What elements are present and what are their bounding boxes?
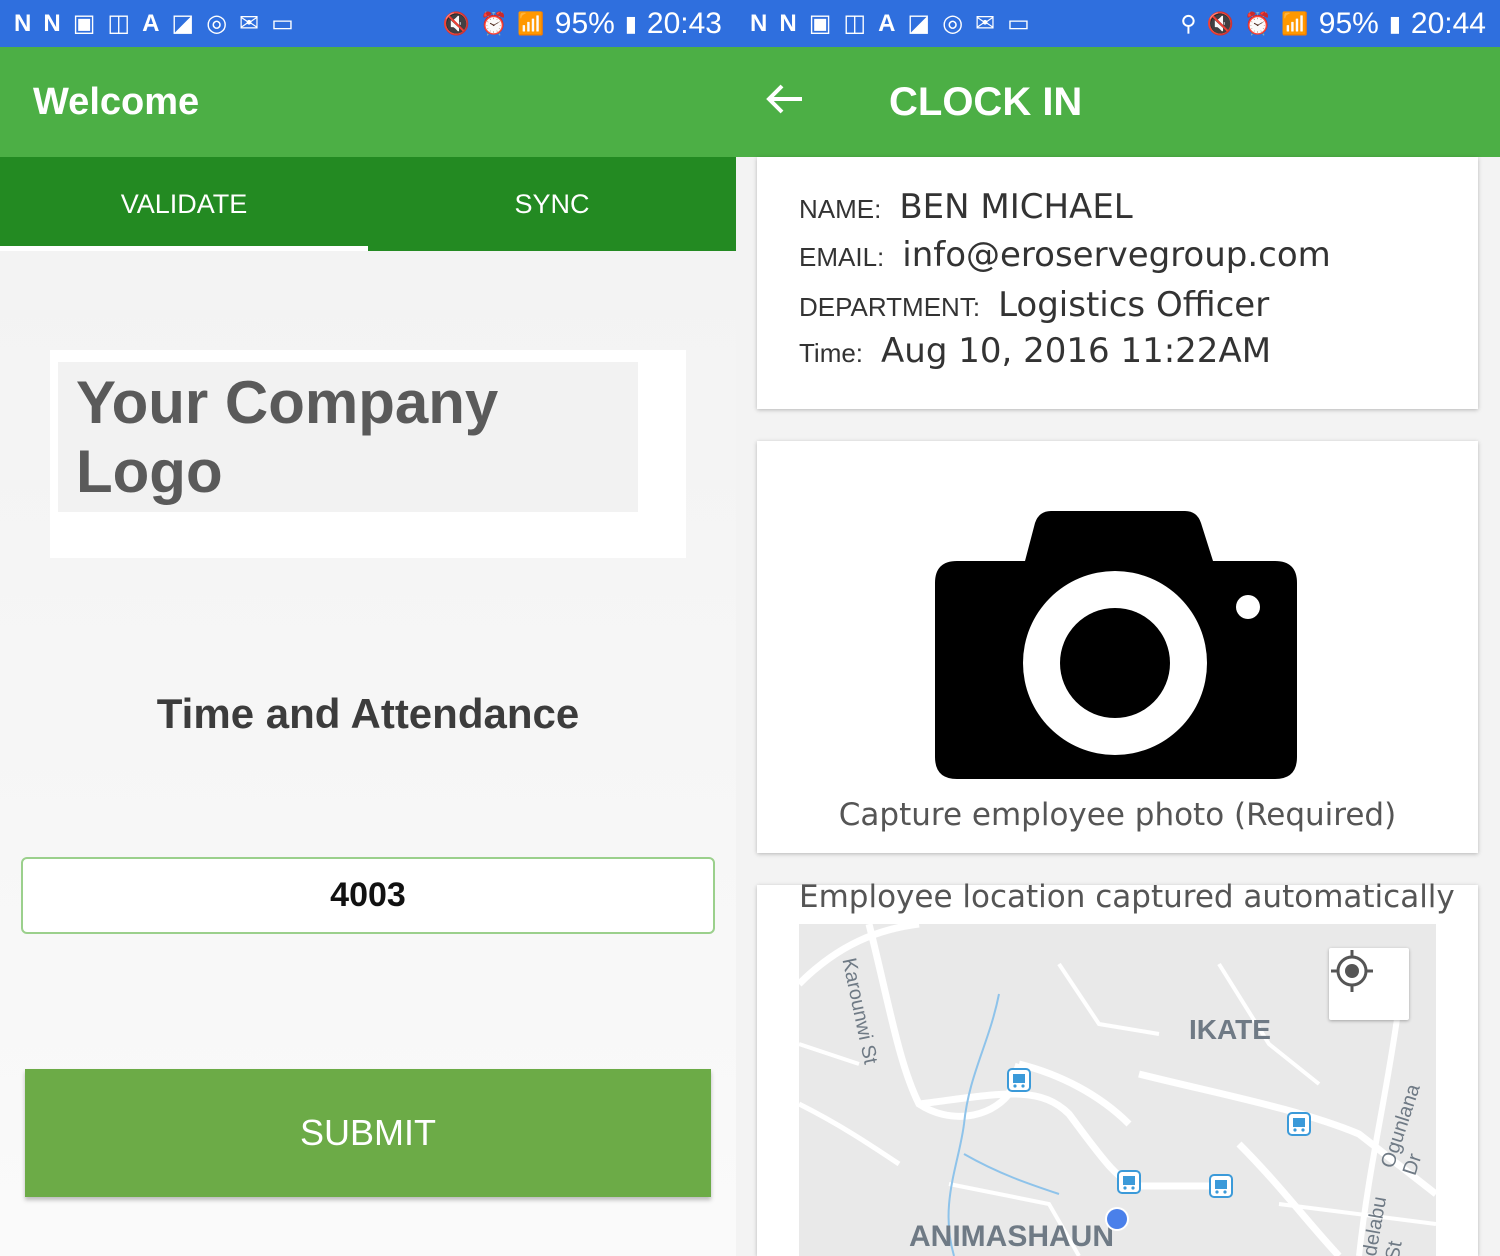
bus-stop-icon[interactable]: [1287, 1112, 1311, 1136]
notification-icon: ◪: [171, 10, 195, 37]
clock: 20:43: [646, 6, 722, 40]
welcome-screen: N N ▣ ◫ A ◪ ◎ ✉ ▭ 🔇 ⏰ 📶 95% ▮ 20:43 Welc…: [0, 0, 736, 1256]
notification-icon: N: [43, 9, 61, 37]
company-logo-text: Your Company Logo: [58, 362, 638, 512]
tab-validate[interactable]: VALIDATE: [0, 157, 368, 251]
location-dot-icon: [1105, 1207, 1129, 1231]
status-bar: N N ▣ ◫ A ◪ ◎ ✉ ▭ 🔇 ⏰ 📶 95% ▮ 20:43: [0, 0, 736, 47]
notification-icon: ▣: [72, 10, 96, 37]
battery-icon: ▮: [624, 10, 637, 36]
photo-capture-card[interactable]: Capture employee photo (Required): [757, 441, 1478, 853]
name-label: NAME:: [799, 194, 882, 224]
notification-icon: ✉: [975, 10, 996, 37]
app-title: CLOCK IN: [889, 79, 1083, 124]
page-subtitle: Time and Attendance: [156, 690, 580, 737]
department-row: DEPARTMENT: Logistics Officer: [799, 285, 1269, 325]
name-row: NAME: BEN MICHAEL: [799, 187, 1133, 227]
my-location-icon: [1331, 950, 1373, 992]
notification-icon: ◎: [942, 10, 964, 37]
app-bar: CLOCK IN: [736, 47, 1500, 157]
area-label: IKATE: [1189, 1014, 1271, 1045]
notification-icon: A: [142, 9, 160, 37]
location-pin-icon: ⚲: [1180, 10, 1197, 36]
notification-icon: N: [14, 9, 32, 37]
company-logo: Your Company Logo: [50, 350, 686, 558]
email-label: EMAIL:: [799, 242, 885, 272]
clock: 20:44: [1410, 6, 1486, 40]
employee-id-input[interactable]: 4003: [21, 857, 715, 934]
wifi-icon: 📶: [517, 10, 545, 36]
app-title: Welcome: [33, 80, 200, 123]
notification-icon: ◫: [107, 10, 131, 37]
employee-info-card: NAME: BEN MICHAEL EMAIL: info@eroservegr…: [757, 157, 1478, 409]
notification-icon: A: [878, 9, 896, 37]
bus-stop-icon[interactable]: [1209, 1174, 1233, 1198]
tab-bar: VALIDATE SYNC: [0, 157, 736, 251]
notification-icons: N N ▣ ◫ A ◪ ◎ ✉ ▭: [750, 9, 1030, 38]
notification-icon: ◎: [206, 10, 228, 37]
clock-in-screen: N N ▣ ◫ A ◪ ◎ ✉ ▭ ⚲ 🔇 ⏰ 📶 95% ▮ 20:44 CL…: [736, 0, 1500, 1256]
notification-icons: N N ▣ ◫ A ◪ ◎ ✉ ▭: [14, 9, 294, 38]
employee-department: Logistics Officer: [998, 285, 1270, 325]
battery-percent: 95%: [1318, 6, 1379, 40]
submit-button[interactable]: SUBMIT: [25, 1069, 711, 1197]
alarm-icon: ⏰: [479, 10, 508, 36]
location-card: Employee location captured automatically: [757, 879, 1478, 1256]
notification-icon: ▭: [271, 10, 294, 37]
location-caption: Employee location captured automatically: [799, 879, 1455, 915]
time-label: Time:: [799, 338, 864, 368]
back-arrow-icon[interactable]: [764, 77, 814, 127]
notification-icon: ✉: [239, 10, 260, 37]
time-row: Time: Aug 10, 2016 11:22AM: [799, 331, 1271, 371]
tab-sync[interactable]: SYNC: [368, 157, 736, 251]
notification-icon: ◪: [907, 10, 931, 37]
my-location-button[interactable]: [1329, 948, 1409, 1020]
employee-name: BEN MICHAEL: [899, 187, 1133, 227]
notification-icon: N: [750, 9, 768, 37]
battery-percent: 95%: [554, 6, 615, 40]
photo-caption: Capture employee photo (Required): [838, 797, 1397, 833]
mute-icon: 🔇: [1206, 10, 1234, 36]
notification-icon: N: [779, 9, 797, 37]
bus-stop-icon[interactable]: [1117, 1170, 1141, 1194]
notification-icon: ▣: [808, 10, 832, 37]
area-label: ANIMASHAUN: [909, 1220, 1114, 1253]
location-map[interactable]: Karounwi St IKATE Ogunlana Dr delabu St …: [799, 924, 1436, 1256]
notification-icon: ◫: [843, 10, 867, 37]
employee-email: info@eroservegroup.com: [902, 235, 1331, 275]
alarm-icon: ⏰: [1243, 10, 1272, 36]
wifi-icon: 📶: [1281, 10, 1309, 36]
app-bar: Welcome: [0, 47, 736, 157]
battery-icon: ▮: [1388, 10, 1401, 36]
notification-icon: ▭: [1007, 10, 1030, 37]
clock-in-time: Aug 10, 2016 11:22AM: [881, 331, 1272, 371]
mute-icon: 🔇: [442, 10, 470, 36]
email-row: EMAIL: info@eroservegroup.com: [799, 235, 1331, 275]
department-label: DEPARTMENT:: [799, 292, 981, 322]
bus-stop-icon[interactable]: [1007, 1068, 1031, 1092]
camera-icon[interactable]: [935, 511, 1299, 783]
status-bar: N N ▣ ◫ A ◪ ◎ ✉ ▭ ⚲ 🔇 ⏰ 📶 95% ▮ 20:44: [736, 0, 1500, 47]
